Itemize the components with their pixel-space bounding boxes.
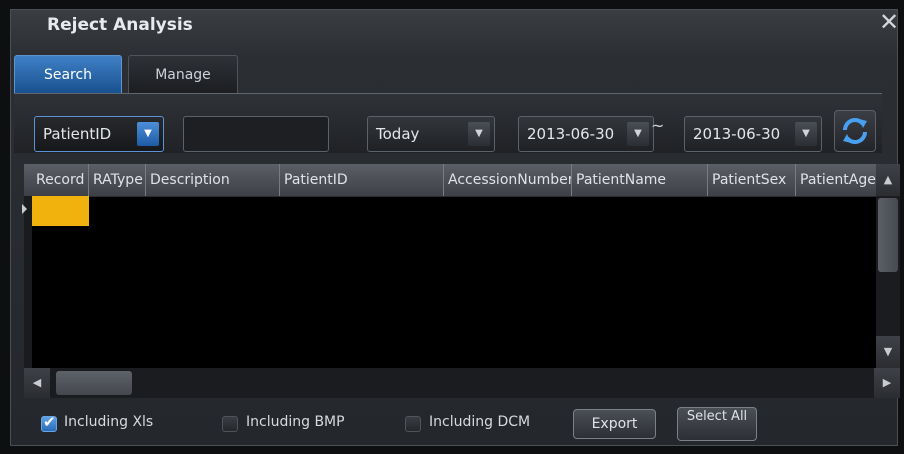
column-header-patientsex[interactable]: PatientSex [708, 164, 796, 196]
including-xls-checkbox[interactable] [41, 413, 57, 432]
search-field-select[interactable]: PatientID ▼ [34, 116, 164, 152]
refresh-icon [843, 118, 867, 144]
including-dcm-label: Including DCM [429, 414, 531, 430]
tab-search[interactable]: Search [14, 55, 122, 93]
dialog-title: Reject Analysis [47, 15, 193, 35]
column-header-description[interactable]: Description [146, 164, 280, 196]
including-bmp-label: Including BMP [246, 414, 345, 430]
horizontal-scroll-thumb[interactable] [56, 371, 132, 395]
search-input[interactable] [183, 116, 329, 152]
results-table[interactable]: Record RAType Description PatientID Acce… [22, 164, 900, 390]
select-all-button[interactable]: Select All [677, 407, 757, 441]
including-xls-label: Including Xls [64, 414, 154, 430]
scroll-down-icon[interactable]: ▼ [876, 336, 900, 368]
date-to-picker[interactable]: 2013-06-30 ▼ [684, 116, 822, 152]
scroll-up-icon[interactable]: ▲ [876, 164, 900, 196]
date-to-value: 2013-06-30 [693, 125, 781, 143]
column-header-ratype[interactable]: RAType [89, 164, 146, 196]
chevron-down-icon[interactable]: ▼ [627, 122, 649, 146]
table-header: Record RAType Description PatientID Acce… [24, 164, 876, 197]
search-field-value: PatientID [43, 125, 112, 143]
date-range-select[interactable]: Today ▼ [367, 116, 495, 152]
tab-manage[interactable]: Manage [128, 55, 238, 93]
close-icon[interactable]: ✕ [876, 9, 902, 35]
chevron-down-icon[interactable]: ▼ [468, 122, 490, 146]
vertical-scrollbar[interactable]: ▲ ▼ [876, 164, 900, 368]
row-header-strip [24, 196, 32, 368]
including-bmp-checkbox[interactable] [222, 416, 238, 432]
column-header-patientage[interactable]: PatientAge [796, 164, 876, 196]
refresh-button[interactable] [834, 110, 876, 152]
current-row-indicator-icon [22, 204, 27, 214]
including-dcm-checkbox[interactable] [405, 416, 421, 432]
date-range-value: Today [376, 125, 420, 143]
column-header-record[interactable]: Record [32, 164, 89, 196]
chevron-down-icon[interactable]: ▼ [795, 122, 817, 146]
date-separator: ~ [651, 116, 665, 135]
column-header-accessionnumber[interactable]: AccessionNumber [444, 164, 572, 196]
scroll-left-icon[interactable]: ◀ [24, 368, 50, 398]
chevron-down-icon[interactable]: ▼ [137, 122, 159, 146]
column-header-patientid[interactable]: PatientID [280, 164, 444, 196]
scroll-right-icon[interactable]: ▶ [874, 368, 900, 398]
selected-cell[interactable] [32, 196, 89, 226]
horizontal-scrollbar[interactable]: ◀ ▶ [24, 368, 900, 398]
column-header-patientname[interactable]: PatientName [572, 164, 708, 196]
date-from-picker[interactable]: 2013-06-30 ▼ [518, 116, 654, 152]
vertical-scroll-thumb[interactable] [878, 198, 898, 272]
export-button[interactable]: Export [573, 409, 656, 439]
date-from-value: 2013-06-30 [527, 125, 615, 143]
